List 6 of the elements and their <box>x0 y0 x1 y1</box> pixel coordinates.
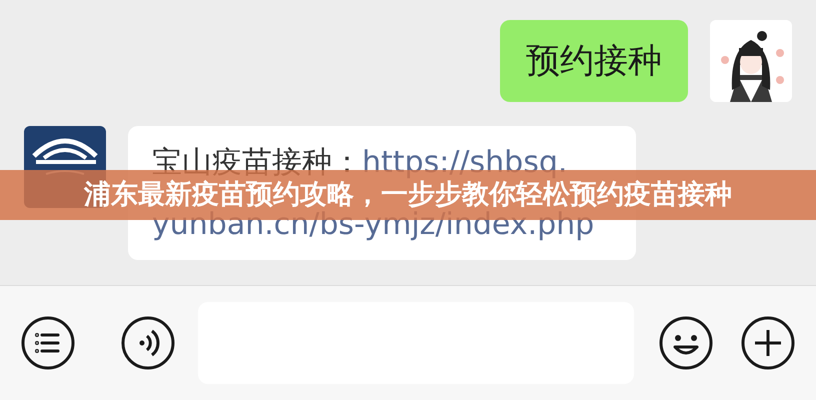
title-banner: 浦东最新疫苗预约攻略，一步步教你轻松预约疫苗接种 <box>0 170 816 220</box>
emoji-icon[interactable] <box>658 315 714 371</box>
message-text: 预约接种 <box>526 41 662 81</box>
plus-icon[interactable] <box>740 315 796 371</box>
list-icon[interactable] <box>20 315 76 371</box>
voice-icon[interactable] <box>120 315 176 371</box>
